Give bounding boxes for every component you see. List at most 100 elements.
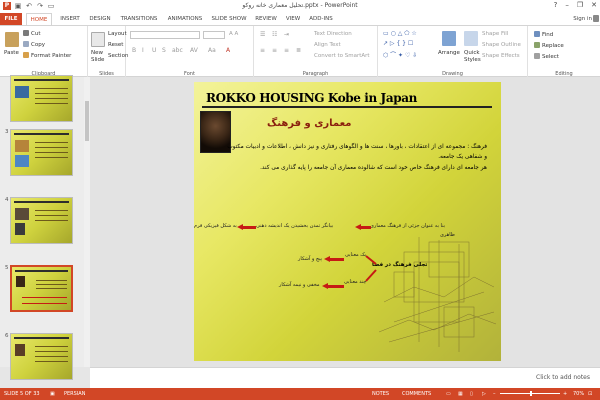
sign-in-link[interactable]: Sign in <box>573 13 592 25</box>
tab-view[interactable]: VIEW <box>282 13 304 25</box>
scrollbar-thumb[interactable] <box>85 101 89 141</box>
slide-thumbnail-2[interactable] <box>10 75 73 122</box>
tab-slide-show[interactable]: SLIDE SHOW <box>209 13 249 25</box>
slide-heading[interactable]: معماری و فرهنگ <box>267 118 351 129</box>
bullets-icon[interactable]: ☰ <box>260 31 265 38</box>
help-button[interactable]: ? <box>554 1 558 9</box>
align-left-icon[interactable]: ≡ <box>260 47 265 54</box>
tab-animations[interactable]: ANIMATIONS <box>164 13 206 25</box>
layout-button[interactable]: Layout <box>108 31 127 37</box>
grow-font-icon[interactable]: A A <box>229 31 238 37</box>
strikethrough-icon[interactable]: abc <box>172 47 183 54</box>
quick-styles-icon[interactable] <box>464 31 478 46</box>
notes-placeholder[interactable]: Click to add notes <box>536 374 590 381</box>
zoom-out-icon[interactable]: – <box>493 391 496 397</box>
ribbon: Paste Cut Copy Format Painter Clipboard … <box>0 25 600 78</box>
architecture-sketch <box>378 237 497 352</box>
note-physical-form: به شکل فیزیکی فرم <box>194 223 237 229</box>
thumb-photo <box>15 86 29 98</box>
slide-thumbnail-4[interactable] <box>10 197 73 244</box>
window-title: تحلیل معماری خانه روکو.pptx - PowerPoint <box>242 2 358 9</box>
shadow-icon[interactable]: S <box>162 47 166 54</box>
arrange-button[interactable]: Arrange <box>438 50 460 56</box>
numbering-icon[interactable]: ☷ <box>272 31 277 38</box>
shape-fill-button[interactable]: Shape Fill <box>482 31 508 37</box>
shapes-gallery-icon[interactable]: ▭ ○ △ ⬠ ☆ <box>383 30 417 37</box>
change-case-icon[interactable]: Aa <box>208 47 216 54</box>
thumb-title-bar <box>14 201 69 203</box>
tab-design[interactable]: DESIGN <box>86 13 114 25</box>
find-button[interactable]: Find <box>534 31 553 38</box>
underline-icon[interactable]: U <box>152 47 156 54</box>
reset-button[interactable]: Reset <box>108 42 123 48</box>
text-direction-button[interactable]: Text Direction <box>314 31 352 37</box>
close-button[interactable]: ✕ <box>591 1 597 9</box>
zoom-in-icon[interactable]: + <box>563 391 567 397</box>
font-color-icon[interactable]: A <box>226 47 230 54</box>
brush-icon <box>23 52 29 58</box>
slide-canvas: ROKKO HOUSING Kobe in Japan معماری و فره… <box>90 77 600 367</box>
tab-review[interactable]: REVIEW <box>252 13 280 25</box>
font-name-field[interactable] <box>130 31 200 39</box>
tab-transitions[interactable]: TRANSITIONS <box>117 13 161 25</box>
replace-button[interactable]: Replace <box>534 42 564 49</box>
tab-insert[interactable]: INSERT <box>56 13 84 25</box>
char-spacing-icon[interactable]: AV <box>190 47 198 54</box>
align-text-button[interactable]: Align Text <box>314 42 341 48</box>
convert-smartart-button[interactable]: Convert to SmartArt <box>314 53 370 59</box>
slide-sorter-icon[interactable]: ▦ <box>458 391 463 397</box>
shapes-gallery-row2-icon[interactable]: ↗ ▷ { } ☐ <box>383 40 413 47</box>
spellcheck-icon[interactable]: ▣ <box>50 391 55 397</box>
paste-button[interactable]: Paste <box>4 50 19 56</box>
language-indicator[interactable]: PERSIAN <box>64 391 85 397</box>
new-slide-button[interactable]: New <box>91 50 103 56</box>
notes-pane[interactable]: Click to add notes <box>90 367 600 388</box>
slide-thumbnails-pane: 3 4 5 6 <box>0 75 84 380</box>
slide-title[interactable]: ROKKO HOUSING Kobe in Japan <box>206 91 417 105</box>
arrange-icon[interactable] <box>442 31 456 46</box>
avatar[interactable] <box>593 15 599 22</box>
notes-toggle[interactable]: NOTES <box>372 391 389 397</box>
slide-thumbnail-3[interactable] <box>10 129 73 176</box>
shape-effects-button[interactable]: Shape Effects <box>482 53 520 59</box>
red-arrow-4 <box>322 283 344 289</box>
zoom-level[interactable]: 70% <box>573 391 584 397</box>
shapes-gallery-row3-icon[interactable]: ⬡ ⌒ ✦ ♡ ⇩ <box>383 50 417 59</box>
bold-icon[interactable]: B <box>132 47 136 54</box>
quick-styles-label: Styles <box>464 57 481 63</box>
slide-thumbnail-5[interactable] <box>10 265 73 312</box>
shape-outline-button[interactable]: Shape Outline <box>482 42 521 48</box>
note-hidden: مخفی و نیمه آشکار <box>279 282 320 288</box>
minimize-button[interactable]: – <box>565 1 569 9</box>
quick-styles-button[interactable]: Quick <box>464 50 480 56</box>
title-bar: P ▣ ↶ ↷ ▭ تحلیل معماری خانه روکو.pptx - … <box>0 0 600 13</box>
justify-icon[interactable]: ≣ <box>296 47 301 54</box>
zoom-slider-thumb[interactable] <box>530 391 532 396</box>
slide-thumbnail-6[interactable] <box>10 333 73 380</box>
cut-button[interactable]: Cut <box>23 30 40 37</box>
tab-home[interactable]: HOME <box>26 13 52 25</box>
copy-button[interactable]: Copy <box>23 41 45 48</box>
format-painter-button[interactable]: Format Painter <box>23 52 71 59</box>
tab-add-ins[interactable]: ADD-INS <box>306 13 336 25</box>
align-right-icon[interactable]: ≡ <box>284 47 289 54</box>
slide-body-text[interactable]: فرهنگ : مجموعه ای از اعتقادات ، باورها ،… <box>227 142 487 174</box>
comments-toggle[interactable]: COMMENTS <box>402 391 431 397</box>
restore-button[interactable]: ❐ <box>577 1 583 9</box>
select-button[interactable]: Select <box>534 53 559 60</box>
slideshow-view-icon[interactable]: ▷ <box>482 391 486 397</box>
normal-view-icon[interactable]: ▭ <box>446 391 451 397</box>
tab-file[interactable]: FILE <box>0 13 22 25</box>
paste-icon[interactable] <box>5 32 19 47</box>
align-center-icon[interactable]: ≡ <box>272 47 277 54</box>
new-slide-icon[interactable] <box>91 32 105 47</box>
current-slide[interactable]: ROKKO HOUSING Kobe in Japan معماری و فره… <box>194 82 501 361</box>
indent-icon[interactable]: ⇥ <box>284 31 289 38</box>
slides-group: New Slide Layout Reset Section Slides <box>88 26 128 78</box>
font-size-field[interactable] <box>203 31 225 39</box>
reading-view-icon[interactable]: ▯ <box>470 391 473 397</box>
font-group: A A B I U S abc AV Aa A Font <box>126 26 254 78</box>
body-paragraph-2: هر جامعه ای دارای فرهنگ خاص خود است که ش… <box>260 165 487 171</box>
fit-to-window-icon[interactable]: ⊡ <box>588 391 592 397</box>
italic-icon[interactable]: I <box>142 47 144 54</box>
